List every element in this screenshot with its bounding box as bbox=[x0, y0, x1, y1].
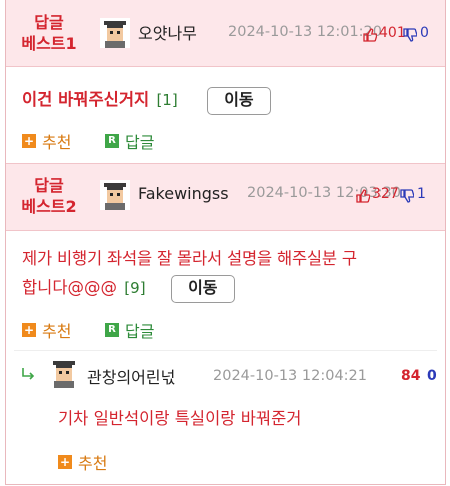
reply-nickname[interactable]: 관창의어린넋 bbox=[87, 364, 175, 388]
comment-body: 이건 바꿔주신거지 [1] 이동 bbox=[22, 85, 271, 115]
reply-count[interactable]: [1] bbox=[156, 91, 177, 109]
recommend-label: 추천 bbox=[42, 322, 72, 341]
plus-icon: + bbox=[22, 134, 36, 148]
comment-list: 답글 베스트1 오얏나무 2024-10-13 12:01:20 401 0 이… bbox=[5, 0, 446, 485]
thumbs-down-icon[interactable] bbox=[403, 28, 417, 42]
divider bbox=[14, 350, 437, 351]
comment-date: 2024-10-13 12:01:20 bbox=[228, 24, 382, 40]
best-reply-badge: 답글 베스트1 bbox=[21, 13, 77, 53]
comment-text-line2-wrap: 합니다@@@ [9] 이동 bbox=[22, 273, 434, 303]
comment-body: 제가 비행기 좌석을 잘 몰라서 설명을 해주실분 구 합니다@@@ [9] 이… bbox=[22, 244, 434, 303]
comment-nickname[interactable]: Fakewingss bbox=[138, 184, 229, 203]
reply-count[interactable]: [9] bbox=[124, 279, 145, 297]
move-button[interactable]: 이동 bbox=[170, 274, 235, 303]
reply-r-icon: R bbox=[105, 134, 119, 148]
downvote-count: 0 bbox=[420, 25, 429, 41]
move-button[interactable]: 이동 bbox=[206, 86, 271, 115]
thumbs-up-icon[interactable] bbox=[363, 28, 377, 42]
user-avatar-icon[interactable] bbox=[100, 180, 130, 210]
best-comment-header-2: 답글 베스트2 Fakewingss 2024-10-13 12:03:30 3… bbox=[6, 164, 445, 231]
recommend-button[interactable]: + 추천 bbox=[58, 450, 107, 474]
recommend-button[interactable]: + 추천 bbox=[22, 129, 71, 153]
comment-nickname[interactable]: 오얏나무 bbox=[138, 20, 197, 44]
reply-body: 기차 일반석이랑 특실이랑 바꿔준거 bbox=[58, 409, 302, 428]
upvote-count: 401 bbox=[379, 25, 406, 41]
comment-text-line2: 합니다@@@ bbox=[22, 278, 118, 297]
reply-r-icon: R bbox=[105, 323, 119, 337]
recommend-button[interactable]: + 추천 bbox=[22, 318, 71, 342]
comment-text-line1: 제가 비행기 좌석을 잘 몰라서 설명을 해주실분 구 bbox=[22, 249, 357, 268]
plus-icon: + bbox=[58, 455, 72, 469]
plus-icon: + bbox=[22, 323, 36, 337]
upvote-count: 327 bbox=[372, 186, 399, 202]
thumbs-up-icon[interactable] bbox=[356, 189, 370, 203]
reply-button[interactable]: R 답글 bbox=[105, 129, 154, 153]
best-reply-badge: 답글 베스트2 bbox=[21, 176, 77, 216]
recommend-label: 추천 bbox=[78, 454, 108, 473]
recommend-label: 추천 bbox=[42, 133, 72, 152]
reply-date: 2024-10-13 12:04:21 bbox=[213, 368, 367, 384]
reply-downvote-count: 0 bbox=[427, 368, 437, 384]
thumbs-down-icon[interactable] bbox=[400, 189, 414, 203]
reply-label: 답글 bbox=[125, 322, 155, 341]
reply-arrow-icon bbox=[22, 368, 35, 380]
best-comment-header-1: 답글 베스트1 오얏나무 2024-10-13 12:01:20 401 0 bbox=[6, 0, 445, 67]
reply-upvote-count: 84 bbox=[401, 368, 421, 384]
comment-text: 이건 바꿔주신거지 bbox=[22, 90, 150, 109]
user-avatar-icon[interactable] bbox=[49, 358, 79, 388]
downvote-count: 1 bbox=[417, 186, 426, 202]
reply-label: 답글 bbox=[125, 133, 155, 152]
user-avatar-icon[interactable] bbox=[100, 18, 130, 48]
reply-button[interactable]: R 답글 bbox=[105, 318, 154, 342]
